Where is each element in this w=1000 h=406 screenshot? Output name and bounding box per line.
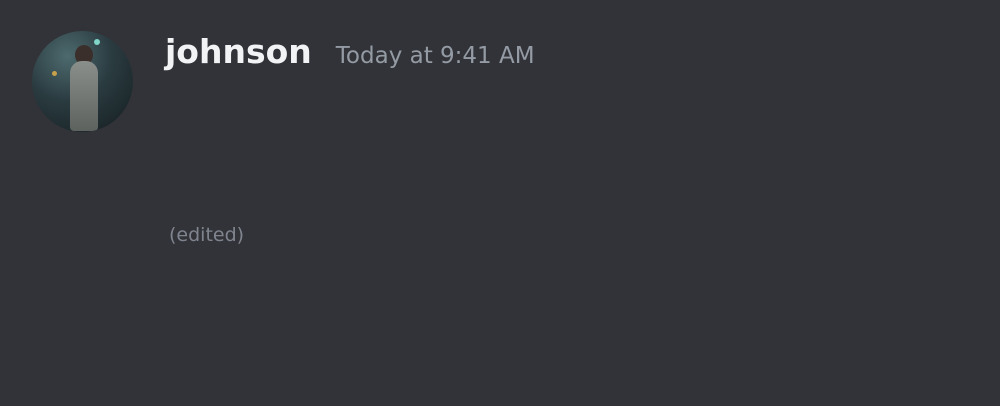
avatar[interactable] bbox=[32, 31, 133, 132]
avatar-detail bbox=[52, 71, 57, 76]
edited-label: (edited) bbox=[169, 224, 245, 246]
timestamp[interactable]: Today at 9:41 AM bbox=[336, 43, 535, 69]
message-line bbox=[165, 88, 965, 140]
avatar-detail bbox=[94, 39, 100, 45]
message-line bbox=[165, 146, 965, 198]
message-line bbox=[165, 267, 965, 319]
message-header: johnson Today at 9:41 AM bbox=[165, 32, 535, 71]
message-line: (edited) bbox=[165, 204, 965, 261]
avatar-detail bbox=[70, 61, 98, 131]
username[interactable]: johnson bbox=[165, 32, 312, 71]
chat-message: johnson Today at 9:41 AM (edited) bbox=[0, 0, 1000, 406]
message-content: (edited) bbox=[165, 88, 965, 325]
